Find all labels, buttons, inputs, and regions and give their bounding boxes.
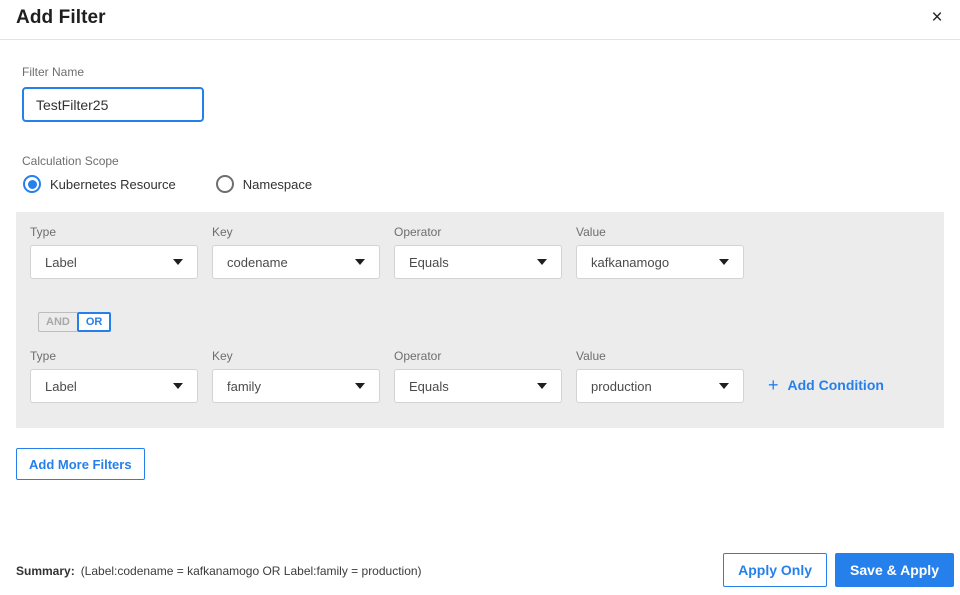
dropdown-value: kafkanamogo — [591, 254, 670, 270]
dropdown-value: family — [227, 378, 261, 394]
add-condition-label: Add Condition — [787, 377, 884, 393]
radio-kubernetes-resource[interactable]: Kubernetes Resource — [23, 175, 176, 193]
add-condition-button[interactable]: + Add Condition — [768, 376, 884, 394]
value-column-label: Value — [576, 349, 606, 363]
radio-namespace[interactable]: Namespace — [215, 175, 313, 193]
operator-dropdown-row1[interactable]: Equals — [394, 245, 562, 279]
summary-label: Summary: — [16, 564, 75, 578]
radio-label: Namespace — [242, 176, 313, 192]
calculation-scope-options: Kubernetes Resource Namespace — [23, 175, 312, 193]
logic-and-button[interactable]: AND — [38, 312, 77, 332]
type-column-label: Type — [30, 225, 57, 239]
operator-column-label: Operator — [394, 349, 442, 363]
radio-selected-icon — [23, 175, 41, 193]
operator-dropdown-row2[interactable]: Equals — [394, 369, 562, 403]
chevron-down-icon — [537, 383, 547, 389]
summary: Summary: (Label:codename = kafkanamogo O… — [16, 564, 422, 578]
chevron-down-icon — [719, 383, 729, 389]
dropdown-value: Equals — [409, 378, 449, 394]
type-dropdown-row2[interactable]: Label — [30, 369, 198, 403]
dropdown-value: Label — [45, 378, 77, 394]
logic-toggle: AND OR — [38, 312, 112, 332]
logic-or-button[interactable]: OR — [76, 312, 112, 332]
filter-name-input[interactable] — [22, 87, 204, 122]
key-dropdown-row1[interactable]: codename — [212, 245, 380, 279]
key-dropdown-row2[interactable]: family — [212, 369, 380, 403]
value-dropdown-row2[interactable]: production — [576, 369, 744, 403]
page-title: Add Filter — [16, 7, 106, 28]
conditions-panel: Type Key Operator Value Label codename E… — [16, 212, 944, 428]
chevron-down-icon — [719, 259, 729, 265]
key-column-label: Key — [212, 349, 233, 363]
calculation-scope-label: Calculation Scope — [22, 154, 119, 168]
apply-only-button[interactable]: Apply Only — [723, 553, 828, 587]
value-dropdown-row1[interactable]: kafkanamogo — [576, 245, 744, 279]
add-more-filters-button[interactable]: Add More Filters — [16, 448, 145, 480]
save-and-apply-button[interactable]: Save & Apply — [835, 553, 954, 587]
radio-label: Kubernetes Resource — [50, 176, 176, 192]
dropdown-value: production — [591, 378, 652, 394]
footer-buttons: Apply Only Save & Apply — [723, 553, 954, 587]
chevron-down-icon — [355, 383, 365, 389]
key-column-label: Key — [212, 225, 233, 239]
dropdown-value: codename — [227, 254, 288, 270]
close-icon[interactable]: × — [923, 4, 951, 32]
plus-icon: + — [768, 375, 779, 395]
chevron-down-icon — [537, 259, 547, 265]
value-column-label: Value — [576, 225, 606, 239]
chevron-down-icon — [355, 259, 365, 265]
dropdown-value: Equals — [409, 254, 449, 270]
summary-text: (Label:codename = kafkanamogo OR Label:f… — [80, 564, 422, 578]
chevron-down-icon — [173, 259, 183, 265]
radio-unselected-icon — [215, 175, 234, 193]
dropdown-value: Label — [45, 254, 77, 270]
filter-name-label: Filter Name — [22, 65, 85, 79]
operator-column-label: Operator — [394, 225, 442, 239]
type-column-label: Type — [30, 349, 57, 363]
dialog-header: Add Filter × — [0, 0, 960, 40]
type-dropdown-row1[interactable]: Label — [30, 245, 198, 279]
chevron-down-icon — [173, 383, 183, 389]
